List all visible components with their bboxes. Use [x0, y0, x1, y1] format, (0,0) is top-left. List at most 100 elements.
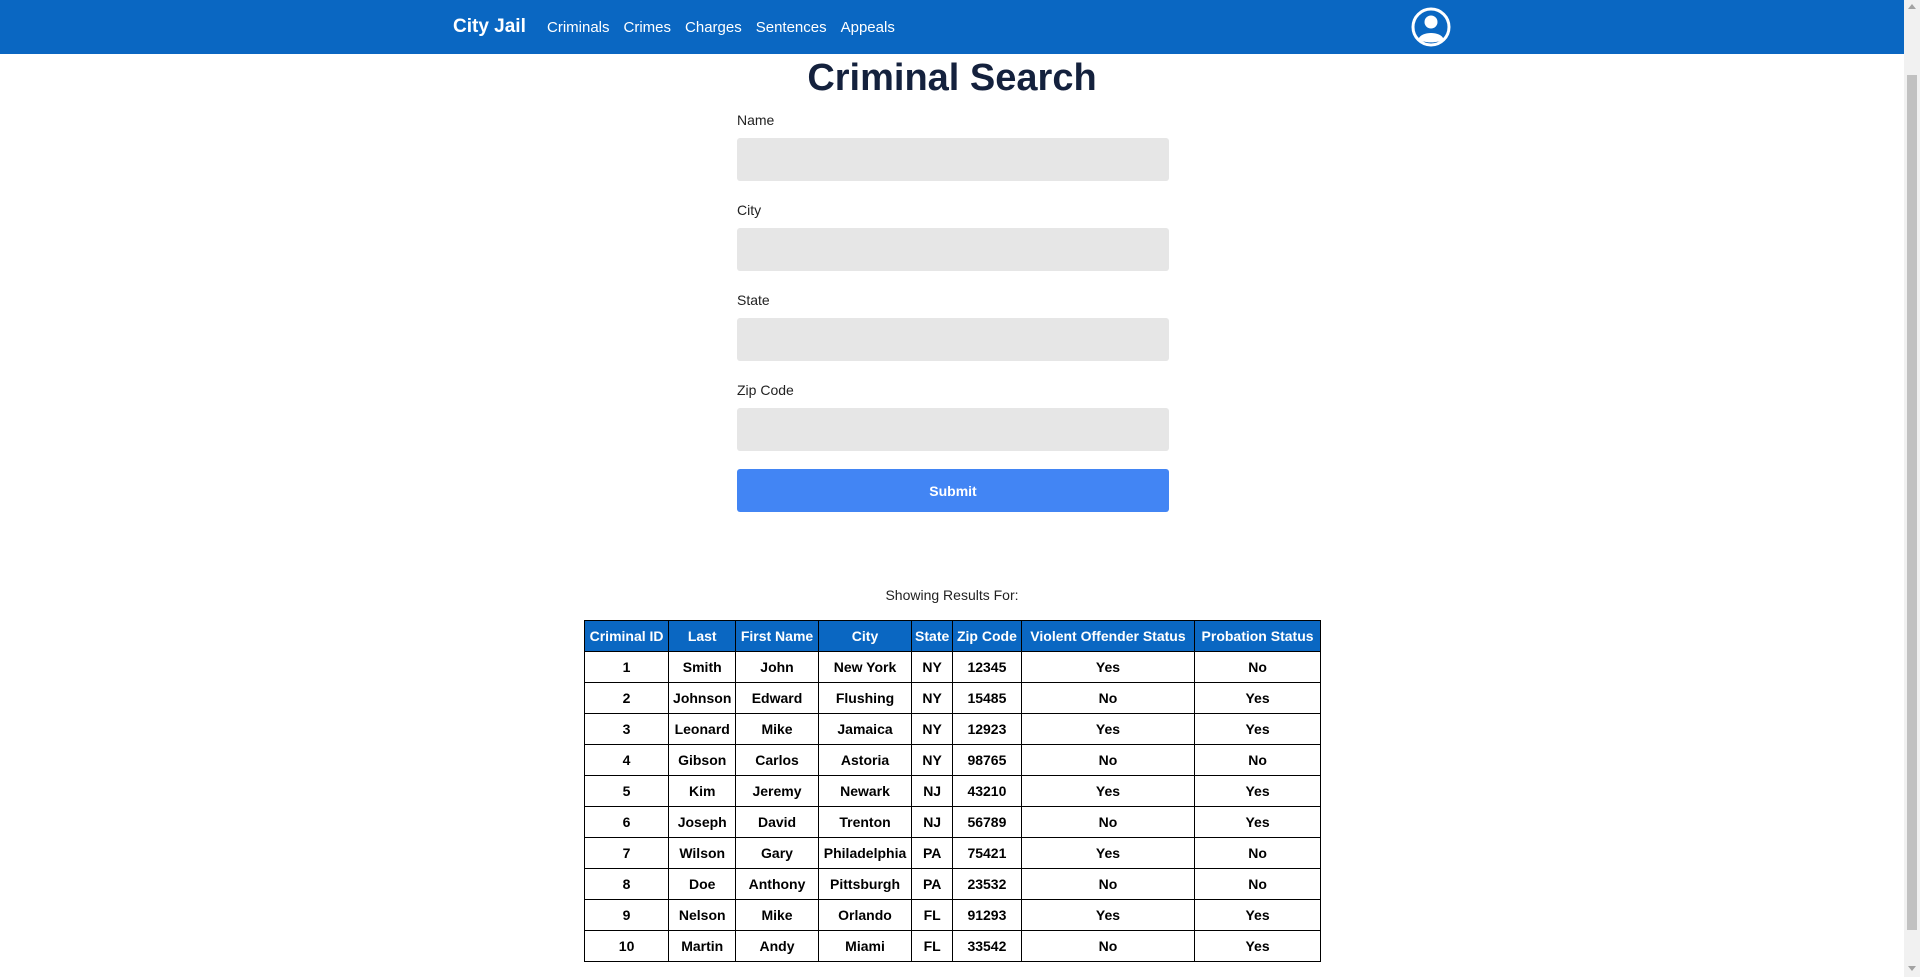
nav-link-sentences[interactable]: Sentences — [756, 19, 827, 36]
cell-zip-code: 43210 — [952, 775, 1022, 807]
cell-state: FL — [911, 899, 954, 931]
table-row: 7 Wilson Gary Philadelphia PA 75421 Yes No — [583, 837, 1321, 869]
scroll-up-arrow-icon[interactable] — [1908, 4, 1916, 9]
scrollbar[interactable] — [1904, 0, 1920, 977]
submit-button[interactable]: Submit — [737, 469, 1169, 512]
cell-zip-code: 56789 — [952, 806, 1022, 838]
cell-violent-offender-status: No — [1020, 744, 1196, 776]
col-city: City — [817, 620, 913, 652]
nav-link-crimes[interactable]: Crimes — [624, 19, 672, 36]
col-violent-offender-status: Violent Offender Status — [1020, 620, 1196, 652]
navbar: City Jail Criminals Crimes Charges Sente… — [0, 0, 1904, 54]
cell-first-name: Edward — [735, 682, 819, 714]
cell-first-name: Jeremy — [735, 775, 819, 807]
cell-first-name: Anthony — [735, 868, 819, 900]
cell-zip-code: 12345 — [952, 651, 1022, 683]
table-row: 9 Nelson Mike Orlando FL 91293 Yes Yes — [583, 899, 1321, 931]
col-first-name: First Name — [735, 620, 819, 652]
cell-violent-offender-status: No — [1020, 806, 1196, 838]
cell-state: NJ — [911, 775, 954, 807]
cell-city: Philadelphia — [817, 837, 913, 869]
table-row: 3 Leonard Mike Jamaica NY 12923 Yes Yes — [583, 713, 1321, 745]
cell-criminal-id: 7 — [583, 837, 670, 869]
nav-link-charges[interactable]: Charges — [685, 19, 742, 36]
cell-city: Jamaica — [817, 713, 913, 745]
cell-city: Pittsburgh — [817, 868, 913, 900]
nav-link-appeals[interactable]: Appeals — [841, 19, 895, 36]
cell-last: Martin — [668, 930, 737, 962]
cell-city: Orlando — [817, 899, 913, 931]
cell-criminal-id: 1 — [583, 651, 670, 683]
results-body: 1 Smith John New York NY 12345 Yes No 2 Johnson Ed… — [583, 651, 1321, 962]
cell-city: Astoria — [817, 744, 913, 776]
col-last: Last — [668, 620, 737, 652]
results-table: Criminal ID Last First Name City State Z… — [583, 620, 1321, 962]
cell-probation-status: No — [1194, 837, 1321, 869]
name-input[interactable] — [737, 138, 1169, 181]
table-header-row: Criminal ID Last First Name City State Z… — [583, 620, 1321, 652]
nav-link-criminals[interactable]: Criminals — [547, 19, 610, 36]
scroll-down-arrow-icon[interactable] — [1908, 966, 1916, 971]
cell-violent-offender-status: Yes — [1020, 651, 1196, 683]
cell-last: Wilson — [668, 837, 737, 869]
cell-criminal-id: 4 — [583, 744, 670, 776]
cell-violent-offender-status: Yes — [1020, 775, 1196, 807]
cell-criminal-id: 6 — [583, 806, 670, 838]
table-row: 8 Doe Anthony Pittsburgh PA 23532 No No — [583, 868, 1321, 900]
cell-zip-code: 23532 — [952, 868, 1022, 900]
cell-last: Smith — [668, 651, 737, 683]
state-input[interactable] — [737, 318, 1169, 361]
cell-probation-status: Yes — [1194, 806, 1321, 838]
cell-city: Newark — [817, 775, 913, 807]
cell-criminal-id: 9 — [583, 899, 670, 931]
cell-state: NY — [911, 651, 954, 683]
cell-city: Miami — [817, 930, 913, 962]
cell-first-name: David — [735, 806, 819, 838]
cell-state: NY — [911, 744, 954, 776]
col-state: State — [911, 620, 954, 652]
col-criminal-id: Criminal ID — [583, 620, 670, 652]
cell-first-name: Gary — [735, 837, 819, 869]
table-row: 1 Smith John New York NY 12345 Yes No — [583, 651, 1321, 683]
cell-zip-code: 15485 — [952, 682, 1022, 714]
cell-city: Flushing — [817, 682, 913, 714]
cell-violent-offender-status: No — [1020, 868, 1196, 900]
cell-criminal-id: 3 — [583, 713, 670, 745]
cell-last: Leonard — [668, 713, 737, 745]
cell-zip-code: 75421 — [952, 837, 1022, 869]
zip-code-input[interactable] — [737, 408, 1169, 451]
city-input[interactable] — [737, 228, 1169, 271]
results-caption: Showing Results For: — [885, 587, 1019, 603]
table-row: 4 Gibson Carlos Astoria NY 98765 No No — [583, 744, 1321, 776]
cell-violent-offender-status: No — [1020, 930, 1196, 962]
cell-first-name: Mike — [735, 713, 819, 745]
user-circle-icon[interactable] — [1411, 7, 1451, 47]
cell-zip-code: 33542 — [952, 930, 1022, 962]
table-row: 5 Kim Jeremy Newark NJ 43210 Yes Yes — [583, 775, 1321, 807]
cell-last: Johnson — [668, 682, 737, 714]
nav-links: Criminals Crimes Charges Sentences Appea… — [547, 0, 909, 54]
cell-violent-offender-status: No — [1020, 682, 1196, 714]
cell-state: NY — [911, 713, 954, 745]
cell-probation-status: No — [1194, 651, 1321, 683]
cell-state: NY — [911, 682, 954, 714]
cell-criminal-id: 5 — [583, 775, 670, 807]
cell-city: New York — [817, 651, 913, 683]
brand-logo-link[interactable]: City Jail — [453, 0, 526, 54]
scroll-thumb[interactable] — [1907, 75, 1917, 930]
col-probation-status: Probation Status — [1194, 620, 1321, 652]
cell-criminal-id: 2 — [583, 682, 670, 714]
page-title: Criminal Search — [807, 57, 1097, 99]
zip-code-label: Zip Code — [737, 382, 794, 398]
cell-probation-status: Yes — [1194, 713, 1321, 745]
cell-last: Nelson — [668, 899, 737, 931]
cell-probation-status: No — [1194, 744, 1321, 776]
cell-probation-status: Yes — [1194, 930, 1321, 962]
table-row: 2 Johnson Edward Flushing NY 15485 No Yes — [583, 682, 1321, 714]
cell-probation-status: Yes — [1194, 775, 1321, 807]
table-row: 10 Martin Andy Miami FL 33542 No Yes — [583, 930, 1321, 962]
cell-state: FL — [911, 930, 954, 962]
cell-last: Doe — [668, 868, 737, 900]
col-zip-code: Zip Code — [952, 620, 1022, 652]
table-row: 6 Joseph David Trenton NJ 56789 No Yes — [583, 806, 1321, 838]
